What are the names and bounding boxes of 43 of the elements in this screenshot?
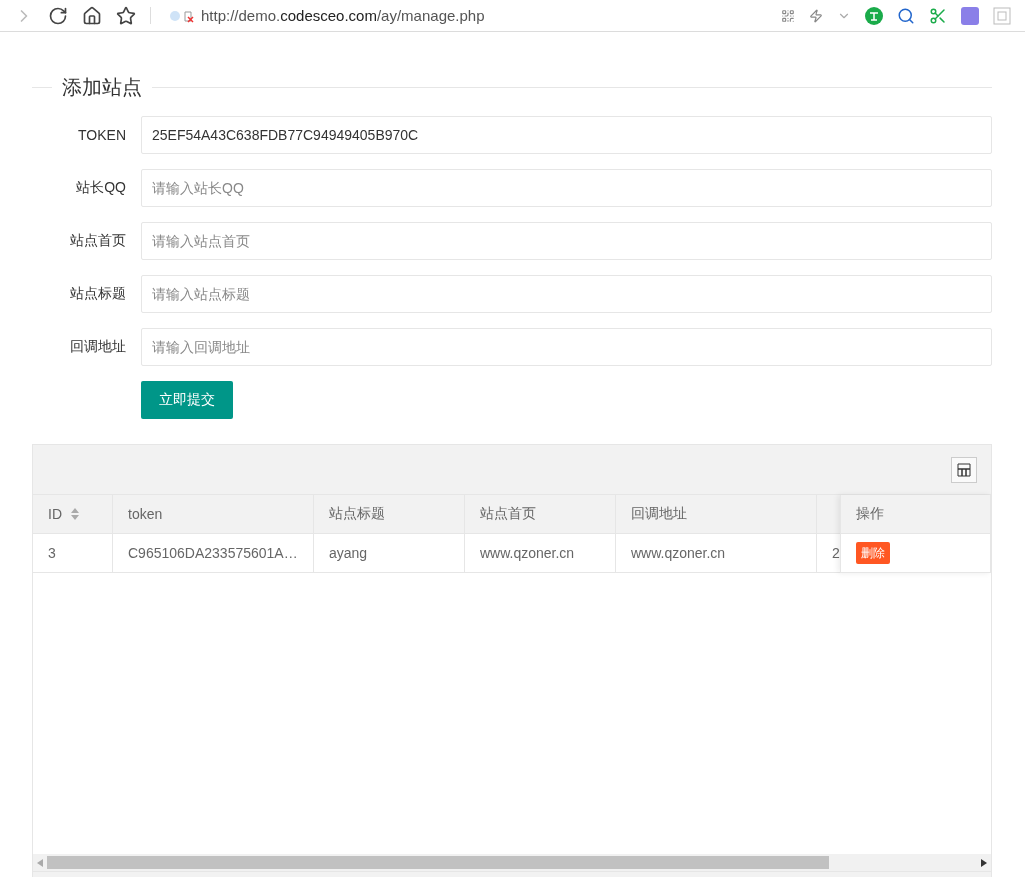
column-header-text: 回调地址 xyxy=(631,505,687,523)
home-icon[interactable] xyxy=(82,5,102,26)
input-field[interactable]: 请输入站长QQ xyxy=(141,169,992,207)
section-title: 添加站点 xyxy=(61,75,143,100)
address-bar-url[interactable]: http://demo.codesceo.com/ay/manage.php xyxy=(201,7,485,24)
input-field[interactable]: 25EF54A43C638FDB77C94949405B970C xyxy=(141,116,992,154)
column-header-text: token xyxy=(128,506,163,522)
input-field[interactable]: 请输入回调地址 xyxy=(141,328,992,366)
columns-button[interactable] xyxy=(951,456,977,483)
column-header: 操作 xyxy=(841,495,991,534)
field-label: 站长QQ xyxy=(75,179,127,197)
search-icon[interactable] xyxy=(897,6,915,25)
input-field[interactable]: 请输入站点标题 xyxy=(141,275,992,313)
reload-icon[interactable] xyxy=(48,5,68,26)
star-icon[interactable] xyxy=(116,5,136,26)
lightning-icon[interactable] xyxy=(809,8,823,23)
field-label: 站点首页 xyxy=(69,232,127,250)
delete-button[interactable]: 删除 xyxy=(856,542,890,564)
table-cell: 3 xyxy=(33,534,113,573)
horizontal-scrollbar[interactable] xyxy=(33,854,991,871)
field-label: 回调地址 xyxy=(69,338,127,356)
table-cell: www.qzoner.cn xyxy=(616,534,817,573)
scissors-icon[interactable] xyxy=(929,6,947,25)
extension-icon[interactable] xyxy=(961,6,979,25)
column-header[interactable]: ID xyxy=(33,495,113,534)
scrollbar-thumb[interactable] xyxy=(47,856,829,869)
scroll-left-icon[interactable] xyxy=(37,858,43,867)
field-label: TOKEN xyxy=(77,127,127,143)
column-header-text: ID xyxy=(48,506,62,522)
column-header-text: 站点首页 xyxy=(480,505,536,523)
sort-icon[interactable] xyxy=(70,508,80,520)
qr-code-icon[interactable] xyxy=(781,8,795,23)
column-header-text: 站点标题 xyxy=(329,505,385,523)
table-cell: ayang xyxy=(314,534,465,573)
columns-icon xyxy=(957,462,971,477)
submit-button[interactable]: 立即提交 xyxy=(141,381,233,419)
field-label: 站点标题 xyxy=(69,285,127,303)
scroll-right-icon[interactable] xyxy=(981,858,987,867)
table-cell: www.qzoner.cn xyxy=(465,534,616,573)
translate-icon[interactable] xyxy=(865,6,883,25)
table-cell: C965106DA233575601A… xyxy=(113,534,314,573)
input-field[interactable]: 请输入站点首页 xyxy=(141,222,992,260)
security-icon xyxy=(169,8,195,23)
